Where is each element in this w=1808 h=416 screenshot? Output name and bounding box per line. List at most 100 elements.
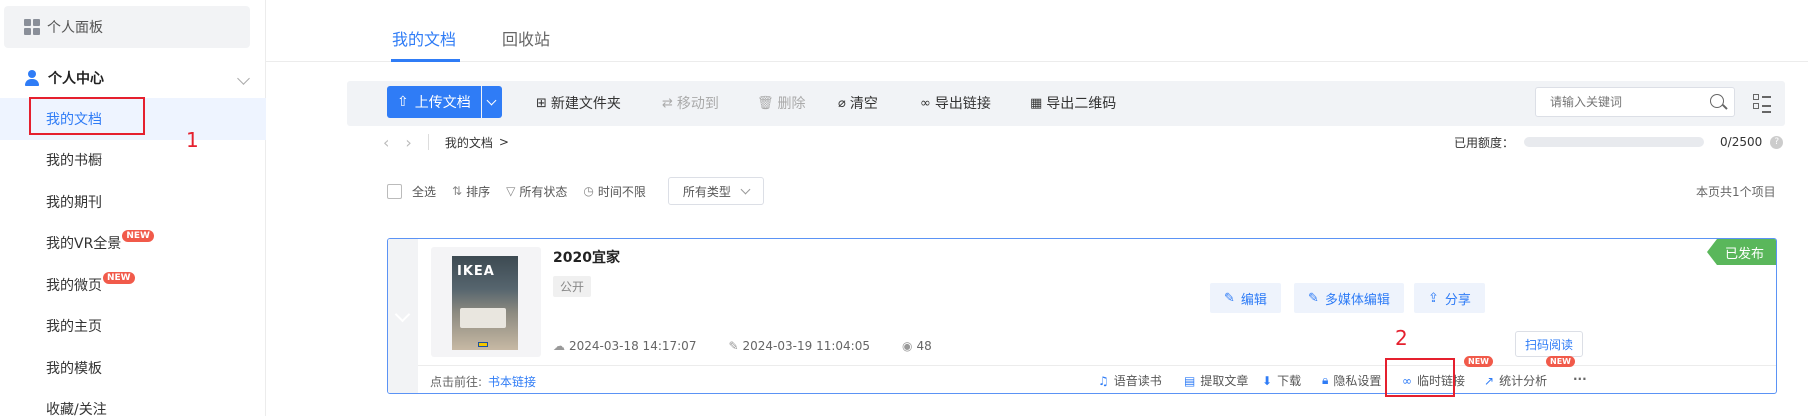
personal-center-header[interactable]: 个人中心 — [0, 62, 266, 94]
select-all-label[interactable]: 全选 — [412, 183, 436, 200]
filter-icon: ▽ — [506, 184, 516, 198]
tab-my-documents[interactable]: 我的文档 — [392, 26, 456, 50]
upload-button[interactable]: ⇧ 上传文档 — [387, 86, 481, 118]
upload-label: 上传文档 — [414, 95, 471, 111]
forward-arrow-icon[interactable]: › — [405, 133, 411, 152]
export-qr-label: 导出二维码 — [1046, 96, 1117, 112]
modified-time: ✎ 2024-03-19 11:04:05 — [728, 339, 886, 353]
type-select[interactable]: 所有类型 — [667, 177, 764, 205]
upload-dropdown-button[interactable] — [481, 86, 502, 118]
quota-indicator: 已用额度： 0/2500 ? — [1454, 132, 1784, 152]
document-title[interactable]: 2020宜家 — [553, 247, 620, 267]
new-folder-label: 新建文件夹 — [550, 96, 621, 112]
dashboard-label: 个人面板 — [47, 20, 103, 36]
share-button[interactable]: ⇪ 分享 — [1414, 283, 1485, 313]
upload-time: ☁ 2024-03-18 14:17:07 — [553, 339, 712, 353]
quota-label: 已用额度： — [1454, 135, 1515, 150]
sidebar-item-micro-pages[interactable]: 我的微页 NEW — [0, 264, 266, 306]
move-icon: ⇄ — [662, 95, 673, 111]
select-all-checkbox[interactable] — [387, 183, 402, 199]
annotation-box-1 — [29, 97, 145, 135]
user-icon — [24, 70, 40, 86]
delete-button[interactable]: 🗑︎ 删除 — [757, 93, 806, 113]
modified-time-value: 2024-03-19 11:04:05 — [742, 339, 870, 353]
card-footer: 点击前往: 书本链接 ♫ 语音读书 ▤ 提取文章 ⬇ 下载 🔒︎ 隐私设置 ∞ … — [418, 356, 1776, 393]
move-to-button[interactable]: ⇄ 移动到 — [662, 93, 719, 113]
personal-center-label: 个人中心 — [48, 71, 104, 87]
annotation-number-2: 2 — [1395, 326, 1408, 350]
chart-icon: ↗ — [1484, 373, 1495, 388]
list-view-icon[interactable] — [1753, 94, 1771, 113]
type-select-value: 所有类型 — [682, 184, 731, 199]
upload-time-value: 2024-03-18 14:17:07 — [569, 339, 697, 353]
tab-bar: 我的文档 回收站 — [266, 0, 1808, 62]
sort-button[interactable]: ⇅ 排序 — [452, 183, 490, 200]
extract-article-button[interactable]: ▤ 提取文章 — [1184, 372, 1248, 389]
clear-label: 清空 — [849, 96, 878, 112]
sidebar-item-favorites[interactable]: 收藏/关注 — [0, 389, 266, 416]
export-link-button[interactable]: ∞ 导出链接 — [920, 93, 991, 113]
goto-label: 点击前往: — [430, 375, 483, 389]
sidebar-item-bookshelf[interactable]: 我的书橱 — [0, 140, 266, 182]
search-input[interactable] — [1536, 88, 1696, 116]
scan-to-read-button[interactable]: 扫码阅读 — [1515, 331, 1583, 357]
lock-icon: 🔒︎ — [1322, 373, 1329, 387]
search-box — [1535, 87, 1735, 117]
back-arrow-icon[interactable]: ‹ — [383, 133, 389, 152]
sidebar-item-label: 我的主页 — [46, 319, 102, 336]
dashboard-item[interactable]: 个人面板 — [4, 6, 250, 48]
multimedia-edit-icon: ✎ — [1308, 290, 1319, 306]
time-filter[interactable]: ◷ 时间不限 — [583, 183, 646, 200]
sidebar-item-homepage[interactable]: 我的主页 — [0, 306, 266, 348]
new-badge: NEW — [1464, 356, 1493, 367]
book-link[interactable]: 书本链接 — [488, 373, 536, 390]
download-label: 下载 — [1277, 374, 1302, 388]
status-filter[interactable]: ▽ 所有状态 — [506, 183, 567, 200]
edit-button[interactable]: ✎ 编辑 — [1210, 283, 1281, 313]
expand-toggle[interactable] — [388, 239, 418, 393]
multimedia-edit-button[interactable]: ✎ 多媒体编辑 — [1294, 283, 1404, 313]
document-icon: ▤ — [1184, 373, 1196, 388]
sidebar-item-vr[interactable]: 我的VR全景 NEW — [0, 223, 266, 265]
document-thumbnail[interactable]: IKEA — [431, 247, 541, 357]
privacy-settings-button[interactable]: 🔒︎ 隐私设置 — [1322, 372, 1381, 389]
help-icon[interactable]: ? — [1770, 135, 1784, 149]
sidebar-item-label: 我的VR全景 — [46, 236, 122, 253]
analytics-label: 统计分析 — [1499, 374, 1548, 388]
extract-article-label: 提取文章 — [1200, 374, 1249, 388]
delete-label: 删除 — [777, 96, 806, 112]
broom-icon: ⌀ — [838, 95, 846, 111]
export-qr-button[interactable]: ▦ 导出二维码 — [1030, 93, 1116, 113]
filter-bar: 全选 ⇅ 排序 ▽ 所有状态 ◷ 时间不限 所有类型 — [387, 177, 764, 205]
new-badge: NEW — [122, 230, 154, 243]
cover-image: IKEA — [452, 256, 518, 350]
headphones-icon: ♫ — [1098, 373, 1109, 388]
more-button[interactable]: ··· — [1573, 372, 1587, 386]
breadcrumb-current[interactable]: 我的文档 — [445, 134, 493, 151]
move-to-label: 移动到 — [676, 96, 719, 112]
audio-read-button[interactable]: ♫ 语音读书 — [1098, 372, 1162, 389]
tab-recycle-bin[interactable]: 回收站 — [502, 26, 550, 50]
download-button[interactable]: ⬇ 下载 — [1262, 372, 1301, 389]
new-folder-button[interactable]: ⊞ 新建文件夹 — [536, 93, 621, 113]
clock-icon: ◷ — [583, 184, 594, 198]
breadcrumb: ‹ › 我的文档 > — [383, 132, 509, 152]
audio-read-label: 语音读书 — [1113, 374, 1162, 388]
analytics-button[interactable]: ↗ 统计分析 NEW — [1484, 356, 1575, 389]
view-count: ◉ 48 — [902, 339, 948, 353]
sidebar-item-templates[interactable]: 我的模板 — [0, 347, 266, 389]
cover-logo: IKEA — [457, 264, 495, 279]
search-icon[interactable] — [1710, 94, 1724, 108]
active-tab-indicator — [391, 59, 460, 62]
multimedia-edit-label: 多媒体编辑 — [1324, 292, 1390, 308]
sort-icon: ⇅ — [452, 184, 463, 198]
clear-button[interactable]: ⌀ 清空 — [838, 93, 878, 113]
cover-bed-shape — [460, 308, 506, 328]
sidebar-item-label: 收藏/关注 — [46, 402, 107, 416]
document-card[interactable]: IKEA 2020宜家 公开 ☁ 2024-03-18 14:17:07 ✎ 202… — [387, 238, 1777, 394]
quota-bar — [1524, 137, 1705, 147]
upload-button-group: ⇧ 上传文档 — [387, 86, 502, 118]
sidebar-item-journals[interactable]: 我的期刊 — [0, 181, 266, 223]
sidebar-item-label: 我的模板 — [46, 360, 102, 377]
new-badge: NEW — [1546, 356, 1575, 367]
